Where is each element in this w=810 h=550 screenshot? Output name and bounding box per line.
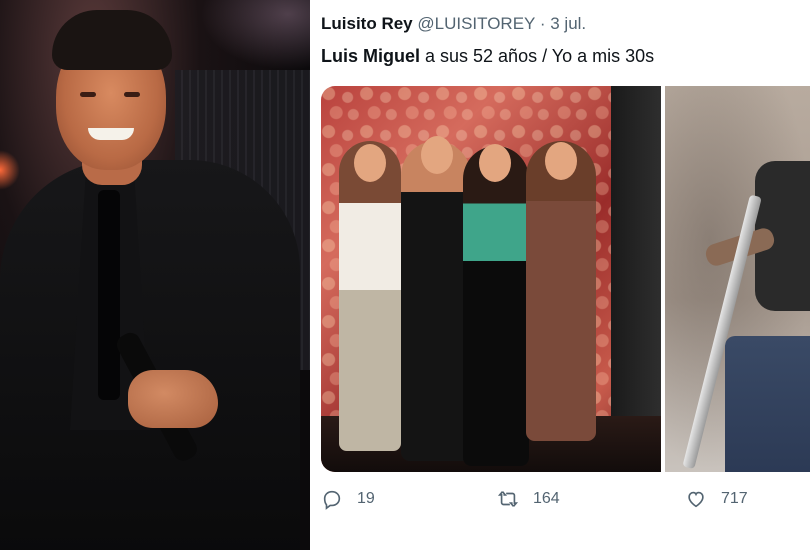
tweet-text: Luis Miguel a sus 52 años / Yo a mis 30s (321, 46, 654, 67)
tweet-media[interactable] (321, 86, 810, 472)
author-handle[interactable]: @LUISITOREY (417, 14, 535, 33)
singer-hair (52, 10, 172, 70)
stage-singer-photo (0, 0, 310, 550)
tweet-header: Luisito Rey @LUISITOREY · 3 jul. (321, 14, 586, 34)
retweet-count: 164 (533, 490, 560, 507)
tweet-actions: 19 164 717 (321, 488, 810, 518)
retweet-button[interactable]: 164 (497, 488, 560, 510)
person (526, 141, 596, 441)
author-display-name[interactable]: Luisito Rey (321, 14, 413, 33)
person-head (354, 144, 386, 182)
heart-icon (688, 491, 704, 508)
media-photo-group[interactable] (321, 86, 661, 472)
media-photo-crutch[interactable] (665, 86, 810, 472)
reply-count: 19 (357, 490, 375, 507)
person (463, 146, 529, 466)
reply-button[interactable]: 19 (321, 488, 375, 510)
person-head (421, 136, 453, 174)
person-head (479, 144, 511, 182)
person-legs (725, 336, 810, 472)
stage-light (0, 150, 20, 190)
person-head (545, 142, 577, 180)
stage-light (200, 0, 310, 70)
retweet-icon (497, 491, 519, 507)
header-separator: · (539, 14, 546, 33)
like-button[interactable]: 717 (685, 488, 748, 510)
singer-jacket (0, 160, 300, 550)
singer-tie (98, 190, 120, 400)
singer-eye (124, 92, 140, 97)
doorway (611, 86, 661, 472)
person (401, 141, 471, 461)
tweet-card[interactable]: Luisito Rey @LUISITOREY · 3 jul. Luis Mi… (310, 0, 810, 550)
tweet-date[interactable]: 3 jul. (550, 14, 586, 33)
like-count: 717 (721, 490, 748, 507)
singer-smile (88, 128, 134, 140)
tweet-text-bold: Luis Miguel (321, 46, 420, 66)
reply-icon (323, 490, 341, 510)
tweet-text-rest: a sus 52 años / Yo a mis 30s (420, 46, 655, 66)
singer-eye (80, 92, 96, 97)
singer-hand (128, 370, 218, 428)
person (339, 141, 401, 451)
